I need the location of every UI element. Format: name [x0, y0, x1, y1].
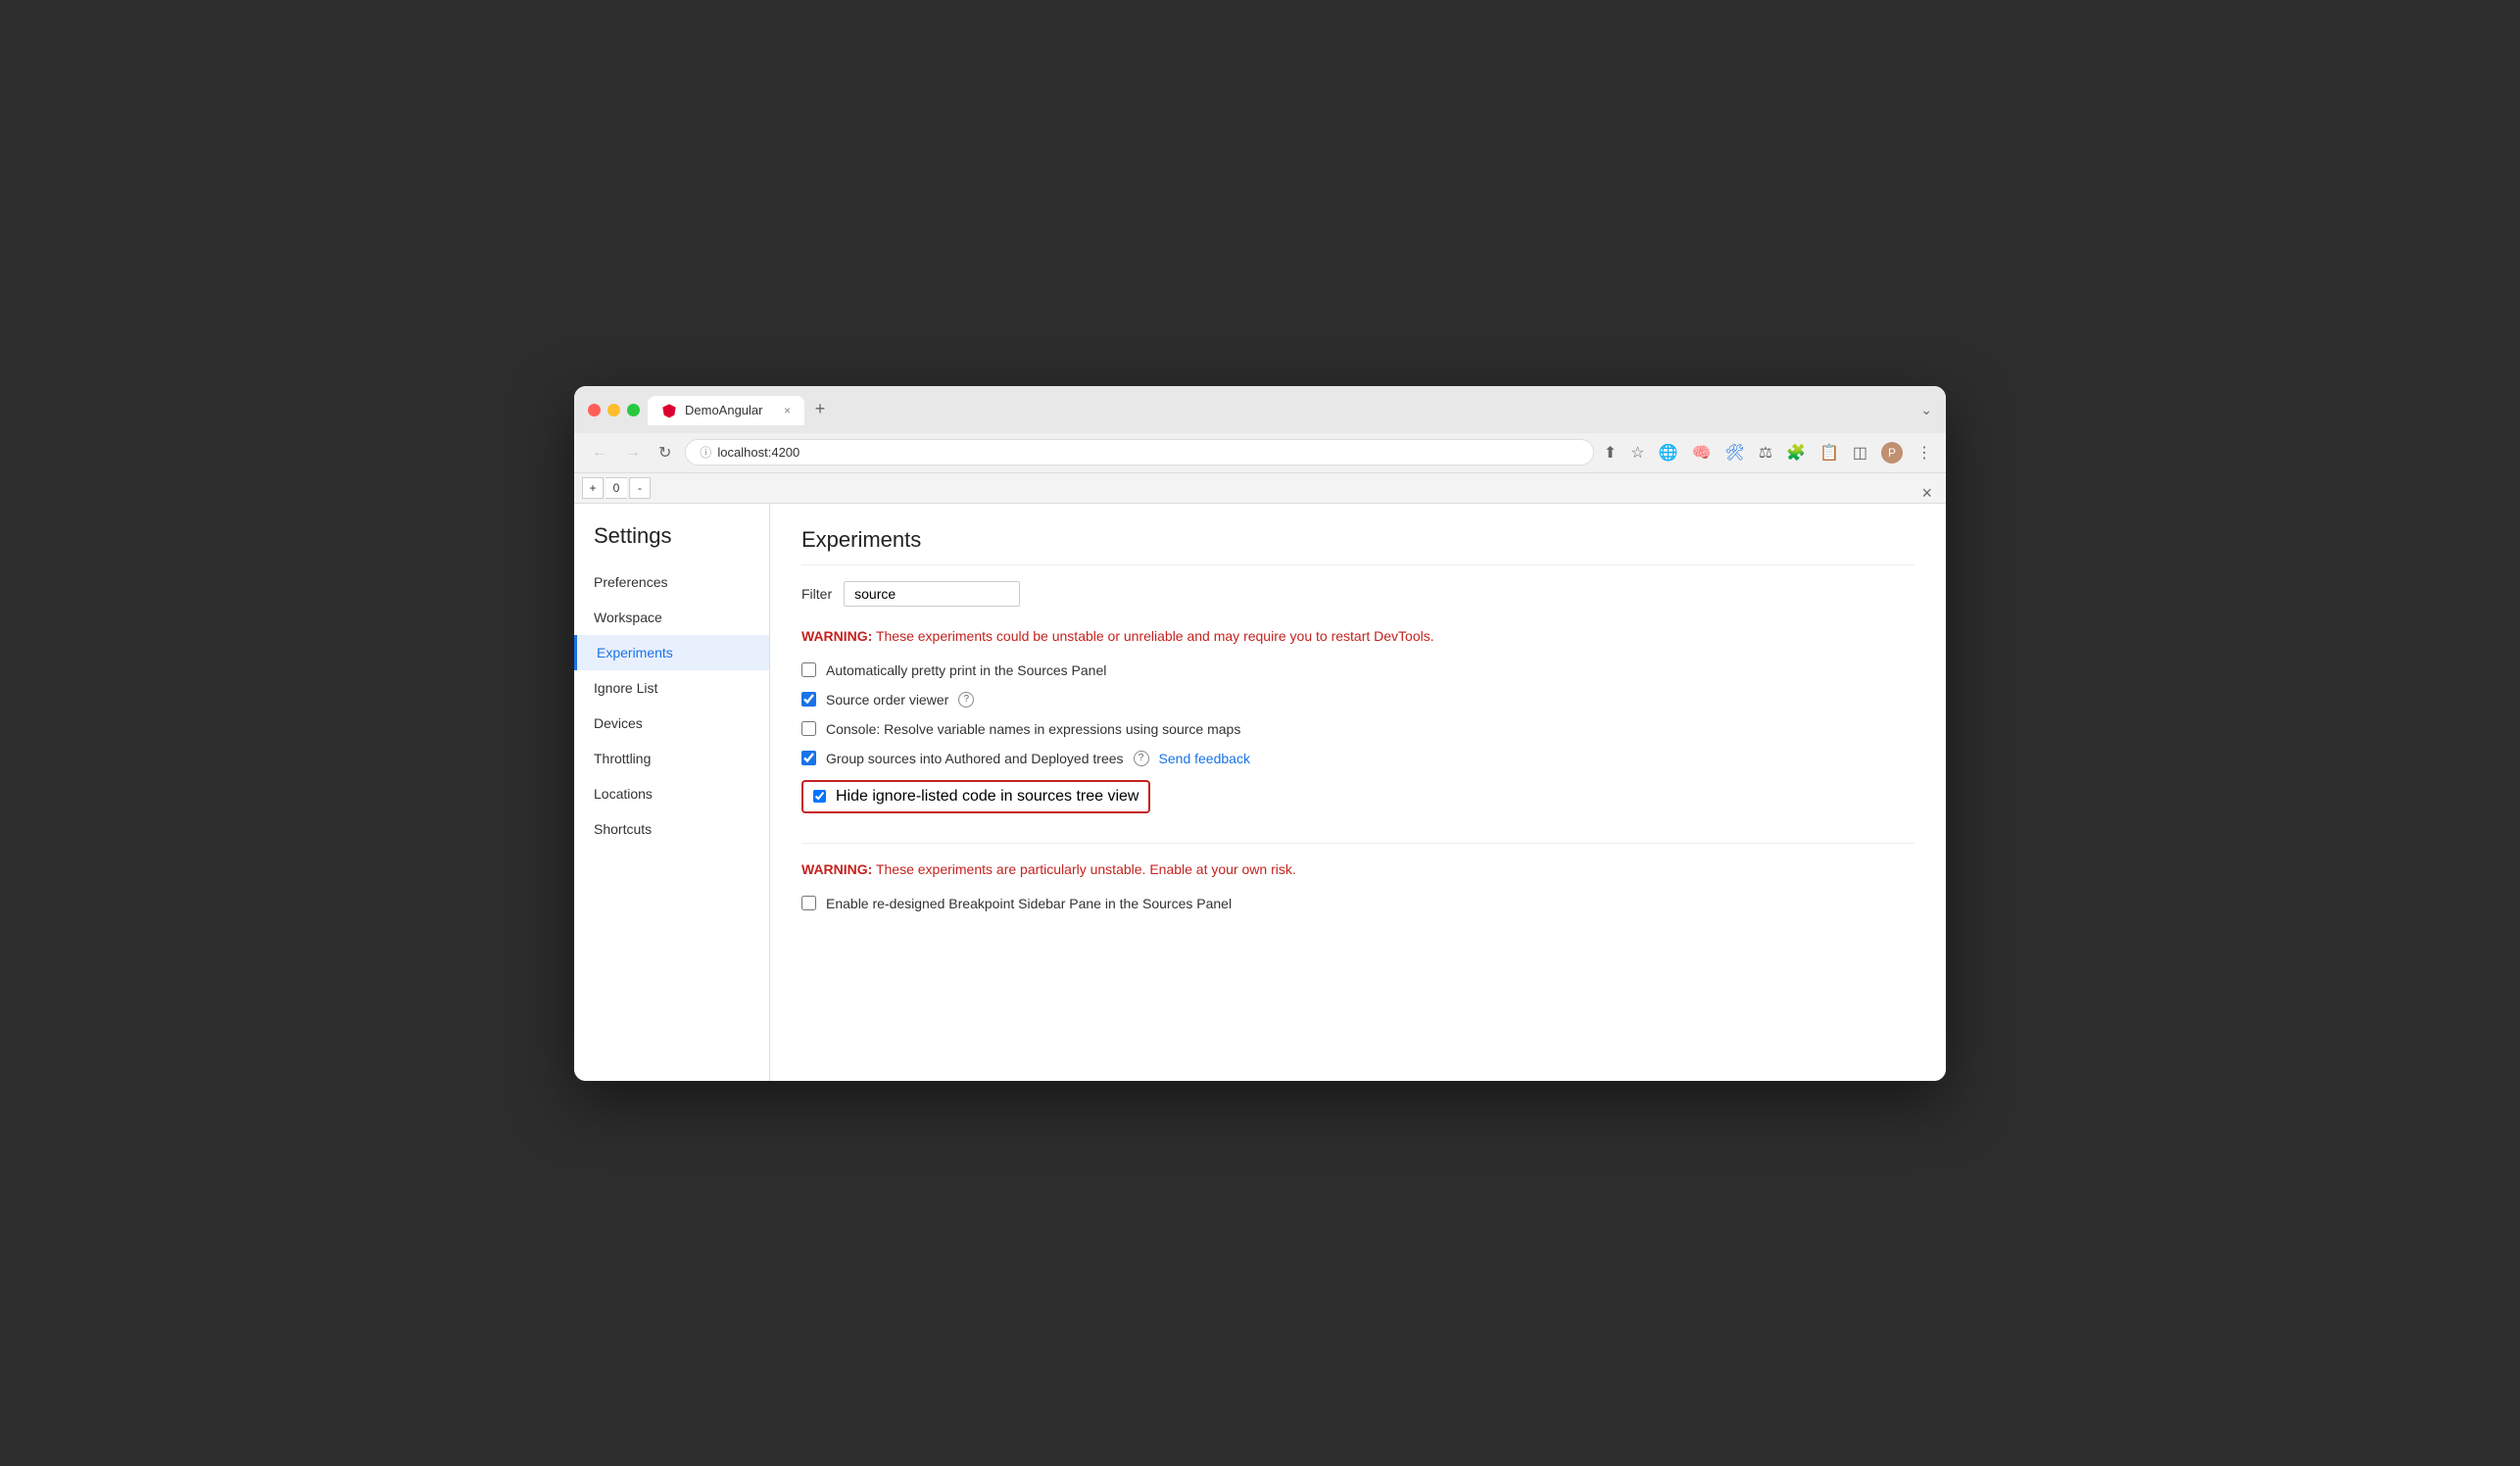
checkbox-console-resolve[interactable]	[801, 721, 816, 736]
angular-icon	[661, 403, 677, 418]
browser-window: DemoAngular × + ⌄ ← → ↻ ⓘ localhost:4200…	[574, 386, 1946, 1081]
back-btn[interactable]: ←	[588, 440, 611, 465]
window-chevron: ⌄	[1920, 402, 1932, 418]
checkbox-row-4: Group sources into Authored and Deployed…	[801, 751, 1914, 766]
filter-input[interactable]	[844, 581, 1020, 607]
checkbox-source-order[interactable]	[801, 692, 816, 707]
menu-icon[interactable]: ⋮	[1916, 443, 1932, 463]
traffic-lights	[588, 404, 640, 416]
devtools-body: Settings Preferences Workspace Experimen…	[574, 504, 1946, 1081]
active-tab[interactable]: DemoAngular ×	[648, 396, 804, 425]
sidebar-item-ignore-list[interactable]: Ignore List	[574, 670, 769, 706]
sidebar-item-workspace[interactable]: Workspace	[574, 600, 769, 635]
bookmark-icon[interactable]: ☆	[1630, 443, 1644, 463]
main-content: Experiments Filter WARNING: These experi…	[770, 504, 1946, 1081]
sidebar-title: Settings	[574, 523, 769, 564]
tab-close-btn[interactable]: ×	[784, 404, 791, 417]
checkbox-group-sources-label: Group sources into Authored and Deployed…	[826, 751, 1124, 766]
zoom-value-btn[interactable]: 0	[606, 477, 627, 499]
checkbox-breakpoint-sidebar-label: Enable re-designed Breakpoint Sidebar Pa…	[826, 896, 1232, 911]
share-icon[interactable]: ⬆	[1604, 443, 1617, 463]
forward-btn[interactable]: →	[621, 440, 645, 465]
info-icon: ⓘ	[700, 444, 711, 461]
reload-btn[interactable]: ↻	[654, 439, 675, 466]
checkbox-console-resolve-label: Console: Resolve variable names in expre…	[826, 721, 1240, 737]
checkbox-row-6: Enable re-designed Breakpoint Sidebar Pa…	[801, 896, 1914, 911]
tabs-row: DemoAngular × +	[648, 396, 1913, 425]
checkbox-pretty-print-label: Automatically pretty print in the Source…	[826, 662, 1106, 678]
filter-row: Filter	[801, 581, 1914, 607]
send-feedback-link[interactable]: Send feedback	[1159, 751, 1250, 766]
sidebar-item-preferences[interactable]: Preferences	[574, 564, 769, 600]
devtools-panel: + 0 - × Settings Preferences Workspace E…	[574, 473, 1946, 1081]
zoom-plus-btn[interactable]: +	[582, 477, 604, 499]
sidebar-item-devices[interactable]: Devices	[574, 706, 769, 741]
checkbox-hide-ignore-label: Hide ignore-listed code in sources tree …	[836, 788, 1139, 806]
sidebar-icon[interactable]: ◫	[1853, 443, 1867, 463]
title-bar: DemoAngular × + ⌄	[574, 386, 1946, 433]
checkbox-breakpoint-sidebar[interactable]	[801, 896, 816, 910]
page-title: Experiments	[801, 527, 1914, 565]
checkbox-group-sources[interactable]	[801, 751, 816, 765]
checkbox-pretty-print[interactable]	[801, 662, 816, 677]
earth-icon[interactable]: 🌐	[1659, 443, 1678, 463]
highlighted-checkbox-row: Hide ignore-listed code in sources tree …	[801, 780, 1150, 813]
divider	[801, 843, 1914, 844]
maximize-traffic-light[interactable]	[627, 404, 640, 416]
devtools-close-btn[interactable]: ×	[1921, 483, 1932, 504]
checkbox-row-2: Source order viewer ?	[801, 692, 1914, 708]
lab-icon[interactable]: 📋	[1819, 443, 1839, 463]
devtools-icon[interactable]: 🛠	[1724, 443, 1744, 463]
devtools-mini-toolbar: + 0 -	[574, 473, 1946, 504]
settings-sidebar: Settings Preferences Workspace Experimen…	[574, 504, 770, 1081]
sidebar-item-shortcuts[interactable]: Shortcuts	[574, 811, 769, 847]
help-icon-2[interactable]: ?	[1134, 751, 1149, 766]
tab-title: DemoAngular	[685, 403, 763, 417]
puzzle-icon[interactable]: 🧩	[1786, 443, 1806, 463]
minimize-traffic-light[interactable]	[607, 404, 620, 416]
warning-text-1: WARNING: These experiments could be unst…	[801, 626, 1914, 647]
url-text: localhost:4200	[717, 445, 800, 460]
sidebar-item-throttling[interactable]: Throttling	[574, 741, 769, 776]
checkbox-hide-ignore[interactable]	[813, 790, 826, 803]
flask-icon[interactable]: ⚖	[1759, 443, 1772, 463]
new-tab-btn[interactable]: +	[806, 396, 834, 423]
extensions-icon[interactable]: 🧠	[1691, 443, 1711, 463]
browser-actions: ⬆ ☆ 🌐 🧠 🛠 ⚖ 🧩 📋 ◫ P ⋮	[1604, 442, 1932, 464]
checkbox-row-3: Console: Resolve variable names in expre…	[801, 721, 1914, 737]
sidebar-item-locations[interactable]: Locations	[574, 776, 769, 811]
filter-label: Filter	[801, 586, 832, 602]
checkbox-row-1: Automatically pretty print in the Source…	[801, 662, 1914, 678]
zoom-minus-btn[interactable]: -	[629, 477, 651, 499]
url-bar[interactable]: ⓘ localhost:4200	[685, 439, 1593, 465]
checkbox-source-order-label: Source order viewer	[826, 692, 948, 708]
help-icon-1[interactable]: ?	[958, 692, 974, 708]
close-traffic-light[interactable]	[588, 404, 601, 416]
address-bar: ← → ↻ ⓘ localhost:4200 ⬆ ☆ 🌐 🧠 🛠 ⚖ 🧩 📋 ◫…	[574, 433, 1946, 473]
sidebar-item-experiments[interactable]: Experiments	[574, 635, 769, 670]
warning-text-2: WARNING: These experiments are particula…	[801, 859, 1914, 880]
profile-icon[interactable]: P	[1881, 442, 1903, 464]
